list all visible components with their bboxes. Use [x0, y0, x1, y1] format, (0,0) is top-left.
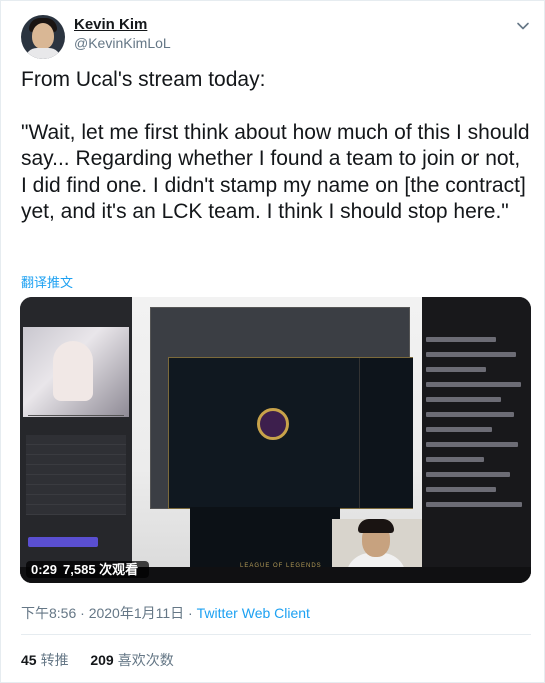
stream-chat	[422, 297, 531, 583]
engagement-stats: 45 转推 209 喜欢次数	[21, 650, 174, 670]
game-client-window	[168, 357, 413, 509]
likes-label: 喜欢次数	[117, 652, 174, 668]
client-link[interactable]: Twitter Web Client	[197, 605, 310, 621]
tweet-line-2: "Wait, let me first think about how much…	[21, 120, 530, 224]
avatar[interactable]	[21, 15, 65, 59]
author-name[interactable]: Kevin Kim	[74, 16, 147, 33]
rank-emblem-icon	[257, 408, 289, 440]
chevron-down-icon[interactable]	[516, 19, 530, 33]
divider	[21, 634, 531, 635]
music-player-window	[20, 297, 132, 583]
tweet-card: Kevin Kim @KevinKimLoL From Ucal's strea…	[0, 0, 545, 683]
retweets-label: 转推	[40, 652, 69, 668]
tweet-text: From Ucal's stream today: "Wait, let me …	[21, 67, 531, 226]
tweet-line-1: From Ucal's stream today:	[21, 68, 266, 91]
likes-stat[interactable]: 209 喜欢次数	[90, 652, 173, 668]
retweets-stat[interactable]: 45 转推	[21, 652, 69, 668]
timestamp[interactable]: 下午8:56 · 2020年1月11日 ·	[21, 605, 197, 621]
video-duration-badge: 0:29 7,585 次观看	[26, 561, 150, 578]
video-views: 7,585 次观看	[63, 562, 139, 577]
translate-tweet-link[interactable]: 翻译推文	[21, 272, 73, 291]
likes-count: 209	[90, 652, 114, 668]
video-player[interactable]: LEAGUE OF LEGENDS 0:29 7,585 次观看	[20, 297, 531, 583]
author-handle[interactable]: @KevinKimLoL	[74, 35, 171, 51]
tweet-metadata: 下午8:56 · 2020年1月11日 · Twitter Web Client	[21, 603, 310, 623]
video-duration: 0:29	[31, 562, 58, 577]
retweets-count: 45	[21, 652, 37, 668]
